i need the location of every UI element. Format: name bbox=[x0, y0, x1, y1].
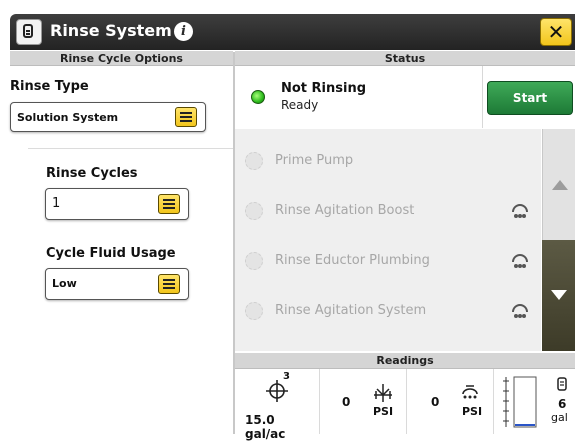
step-label: Prime Pump bbox=[275, 153, 354, 168]
rinse-cycles-select[interactable]: 1 bbox=[45, 188, 189, 220]
pressure-2-value: 0 bbox=[431, 395, 440, 409]
list-icon[interactable] bbox=[158, 194, 180, 214]
scroll-down-button[interactable] bbox=[542, 240, 575, 351]
status-led-icon bbox=[251, 90, 265, 104]
tank-unit: gal bbox=[551, 411, 568, 424]
rinse-system-window: Rinse System i ✕ Rinse Cycle Options Rin… bbox=[0, 0, 575, 441]
rinse-cycle-options-panel: Rinse Type Solution System Rinse Cycles … bbox=[10, 66, 233, 434]
status-header: Status bbox=[235, 51, 575, 66]
list-icon[interactable] bbox=[158, 274, 180, 294]
cycle-fluid-usage-value: Low bbox=[52, 277, 77, 290]
rate-superscript: 3 bbox=[283, 371, 290, 382]
close-button[interactable]: ✕ bbox=[540, 18, 572, 46]
pressure-reading-1: 0 PSI bbox=[320, 369, 407, 434]
start-button[interactable]: Start bbox=[487, 81, 573, 115]
divider bbox=[482, 66, 483, 128]
status-subtext: Ready bbox=[281, 98, 319, 112]
steps-scrollbar[interactable] bbox=[542, 129, 575, 351]
list-item: Rinse Agitation Boost bbox=[235, 187, 541, 237]
step-label: Rinse Agitation Boost bbox=[275, 203, 415, 218]
scroll-up-button[interactable] bbox=[542, 129, 575, 240]
rinse-type-select[interactable]: Solution System bbox=[10, 102, 206, 132]
rinse-cycles-value: 1 bbox=[52, 196, 61, 211]
pressure-1-unit: PSI bbox=[373, 405, 394, 418]
divider bbox=[28, 148, 233, 149]
step-label: Rinse Eductor Plumbing bbox=[275, 253, 430, 268]
tank-icon bbox=[557, 377, 567, 391]
valve-pressure-icon bbox=[374, 384, 392, 402]
rinse-type-value: Solution System bbox=[17, 111, 119, 124]
pressure-2-unit: PSI bbox=[462, 405, 483, 418]
tank-level-gauge bbox=[503, 376, 537, 428]
step-label: Rinse Agitation System bbox=[275, 303, 427, 318]
step-indicator-icon bbox=[245, 202, 263, 220]
rate-value: 15.0 gal/ac bbox=[245, 413, 286, 441]
readings-panel: 3 15.0 gal/ac 0 PSI 0 PSI 6 gal bbox=[235, 369, 575, 441]
readings-header: Readings bbox=[235, 353, 575, 369]
page-title: Rinse System bbox=[50, 21, 172, 40]
rinse-cycles-label: Rinse Cycles bbox=[46, 166, 138, 181]
rinse-type-label: Rinse Type bbox=[10, 79, 89, 94]
status-text: Not Rinsing bbox=[281, 81, 367, 96]
step-indicator-icon bbox=[245, 302, 263, 320]
list-item: Rinse Eductor Plumbing bbox=[235, 237, 541, 287]
cycle-fluid-usage-label: Cycle Fluid Usage bbox=[46, 246, 176, 261]
list-icon[interactable] bbox=[175, 107, 197, 127]
step-indicator-icon bbox=[245, 152, 263, 170]
nozzle-icon bbox=[512, 304, 528, 318]
rinse-system-icon bbox=[16, 19, 42, 45]
rinse-cycle-options-header: Rinse Cycle Options bbox=[10, 51, 233, 66]
tank-value: 6 bbox=[558, 397, 567, 411]
chevron-up-icon bbox=[552, 180, 568, 190]
list-item: Prime Pump bbox=[235, 137, 541, 187]
tank-reading: 6 gal bbox=[494, 369, 575, 434]
nozzle-icon bbox=[512, 254, 528, 268]
nozzle-icon bbox=[512, 204, 528, 218]
rate-reading: 3 15.0 gal/ac bbox=[235, 369, 320, 441]
rinse-steps-list: Prime Pump Rinse Agitation Boost Rinse E… bbox=[235, 129, 541, 351]
title-bar: Rinse System i ✕ bbox=[10, 14, 575, 50]
pressure-reading-2: 0 PSI bbox=[407, 369, 494, 434]
info-icon[interactable]: i bbox=[174, 22, 193, 41]
cycle-fluid-usage-select[interactable]: Low bbox=[45, 268, 189, 300]
nozzle-pressure-icon bbox=[462, 385, 478, 399]
pressure-1-value: 0 bbox=[342, 395, 351, 409]
step-indicator-icon bbox=[245, 252, 263, 270]
list-item: Rinse Agitation System bbox=[235, 287, 541, 337]
chevron-down-icon bbox=[551, 290, 567, 300]
